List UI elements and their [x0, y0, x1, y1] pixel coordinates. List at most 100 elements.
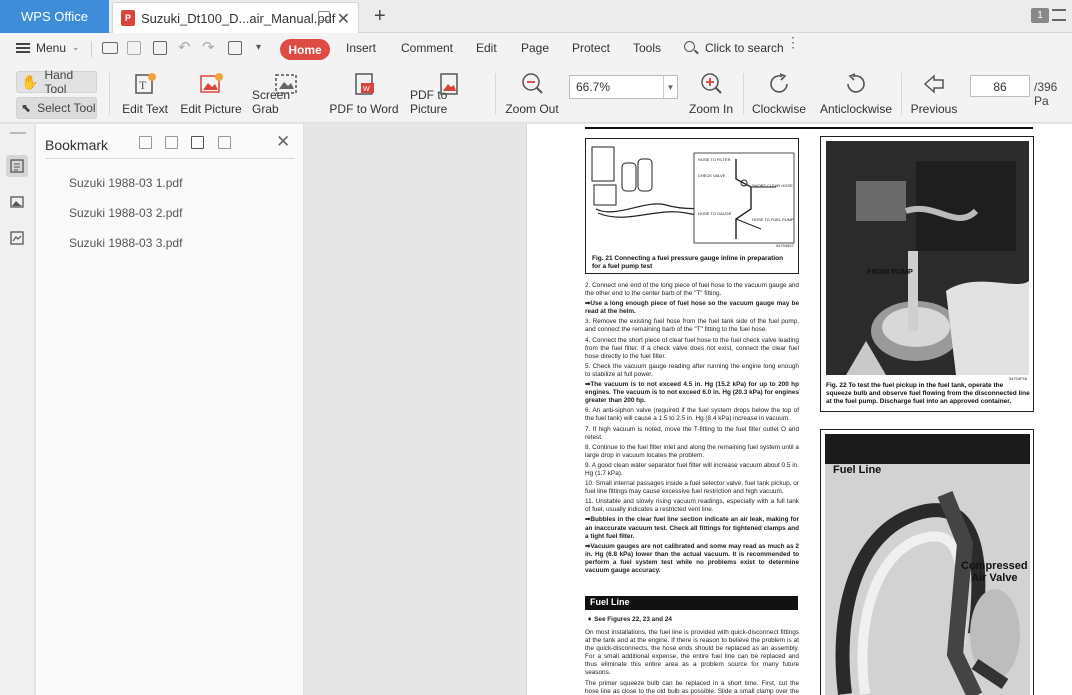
- paragraph: 8. Continue to the fuel filter inlet and…: [585, 443, 799, 459]
- diagram-label: HOSE TO FUEL PUMP: [752, 217, 794, 222]
- photo-label-fuel-line: Fuel Line: [833, 464, 882, 476]
- rotate-anticlockwise-icon: [847, 73, 865, 93]
- close-tab-icon[interactable]: ✕: [337, 9, 350, 29]
- figure-code: 04704P16: [1009, 376, 1028, 381]
- float-window-icon[interactable]: [318, 11, 330, 21]
- tab-tools[interactable]: Tools: [633, 41, 661, 55]
- paragraph: 7. If high vacuum is noted, move the T-f…: [585, 425, 799, 441]
- tab-page[interactable]: Page: [521, 41, 549, 55]
- title-bar: WPS Office P Suzuki_Dt100_D...air_Manual…: [0, 0, 1072, 33]
- diagram-label: HOSE TO FILTER: [698, 157, 731, 162]
- collapse-all-icon[interactable]: [165, 136, 178, 149]
- svg-text:T: T: [139, 78, 147, 92]
- rotate-clockwise-button[interactable]: Clockwise: [750, 65, 808, 123]
- page-top-rule: [585, 127, 1033, 129]
- rotate-anticlockwise-button[interactable]: Anticlockwise: [816, 65, 896, 123]
- thumbnail-panel-button[interactable]: [6, 191, 28, 213]
- edit-text-icon: T: [135, 73, 156, 94]
- zoom-level-select[interactable]: 66.7% ▼: [569, 75, 678, 99]
- chevron-down-icon[interactable]: ▼: [663, 76, 677, 98]
- previous-page-button[interactable]: Previous: [906, 65, 962, 123]
- zoom-in-button[interactable]: Zoom In: [685, 65, 737, 123]
- more-options-icon[interactable]: ⋮: [786, 35, 800, 49]
- fuel-pickup-photo: [826, 141, 1029, 375]
- edit-text-button[interactable]: T Edit Text: [120, 65, 170, 123]
- divider: [743, 73, 744, 115]
- zoom-in-icon: [701, 73, 722, 94]
- arrow-left-icon: [923, 74, 944, 94]
- customize-quick-access-icon[interactable]: ▾: [256, 42, 261, 53]
- tab-protect[interactable]: Protect: [572, 41, 610, 55]
- figure-22-caption: Fig. 22 To test the fuel pickup in the f…: [826, 382, 1030, 405]
- app-name: WPS Office: [21, 9, 88, 24]
- paragraph: ➡Use a long enough piece of fuel hose so…: [585, 300, 799, 316]
- undo-icon[interactable]: ↶: [178, 38, 191, 56]
- edit-picture-button[interactable]: Edit Picture: [180, 65, 242, 123]
- delete-bookmark-icon[interactable]: [218, 136, 231, 149]
- divider: [91, 41, 92, 57]
- paragraph: ➡The vacuum is to not exceed 4.5 in. Hg …: [585, 381, 799, 405]
- bookmark-item[interactable]: Suzuki 1988-03 1.pdf: [69, 176, 182, 190]
- hamburger-icon[interactable]: [16, 43, 30, 53]
- save-icon[interactable]: [127, 41, 141, 55]
- paragraph: 9. A good clean water separator fuel fil…: [585, 461, 799, 477]
- divider: [495, 73, 496, 115]
- paragraph: 10. Small internal passages inside a fue…: [585, 480, 799, 496]
- figure-code: 04704527: [776, 243, 794, 248]
- paragraph: 4. Connect the short piece of clear fuel…: [585, 336, 799, 360]
- tab-home[interactable]: Home: [280, 39, 330, 60]
- screen-grab-button[interactable]: Screen Grab: [252, 65, 320, 123]
- bookmark-item[interactable]: Suzuki 1988-03 3.pdf: [69, 236, 182, 250]
- tab-comment[interactable]: Comment: [401, 41, 453, 55]
- svg-text:W: W: [363, 86, 370, 93]
- paragraph: 5. Check the vacuum gauge reading after …: [585, 362, 799, 378]
- image-thumbnail-icon: [10, 196, 24, 208]
- pdf-file-icon: P: [121, 10, 135, 26]
- redo-icon[interactable]: ↷: [202, 38, 215, 56]
- screen-capture-icon: [10, 231, 24, 245]
- new-tab-button[interactable]: +: [374, 5, 386, 28]
- open-folder-icon[interactable]: [102, 42, 118, 54]
- hand-tool-button[interactable]: ✋ Hand Tool: [16, 68, 97, 96]
- paragraph: 2. Connect one end of the long piece of …: [585, 282, 799, 298]
- pdf-to-picture-icon: [440, 73, 458, 95]
- zoom-out-icon: [522, 73, 543, 94]
- document-viewport[interactable]: HOSE TO FILTER CHECK VALVE SHORT CLEAR H…: [305, 124, 1072, 695]
- select-tool-button[interactable]: ⬉ Select Tool: [16, 97, 97, 119]
- diagram-label: SHORT CLEAR HOSE: [752, 183, 793, 188]
- pdf-to-picture-button[interactable]: PDF to Picture: [410, 65, 488, 123]
- bookmark-item[interactable]: Suzuki 1988-03 2.pdf: [69, 206, 182, 220]
- divider: [45, 158, 295, 159]
- body-text-column: 2. Connect one end of the long piece of …: [585, 282, 799, 577]
- screen-grab-icon: [275, 74, 297, 94]
- figure-23-photo: Fuel Line Compressed Air Valve: [820, 429, 1034, 695]
- expand-all-icon[interactable]: [139, 136, 152, 149]
- figure-21-caption: Fig. 21 Connecting a fuel pressure gauge…: [592, 255, 784, 270]
- document-tab[interactable]: P Suzuki_Dt100_D...air_Manual.pdf ✕: [112, 2, 359, 33]
- photo-label: FROM PUMP: [867, 267, 913, 276]
- chevron-down-icon[interactable]: ⌄: [72, 42, 80, 53]
- figure-22-photo: FROM PUMP 04704P16 Fig. 22 To test the f…: [820, 136, 1034, 412]
- window-count-badge[interactable]: 1: [1031, 8, 1049, 23]
- document-tab-title: Suzuki_Dt100_D...air_Manual.pdf: [141, 10, 336, 26]
- extract-panel-button[interactable]: [6, 227, 28, 249]
- window-menu-icon[interactable]: [1052, 9, 1066, 21]
- print-icon[interactable]: [153, 41, 167, 55]
- divider: [901, 73, 902, 115]
- search-box[interactable]: Click to search: [705, 41, 784, 55]
- zoom-out-button[interactable]: Zoom Out: [503, 65, 561, 123]
- tab-insert[interactable]: Insert: [346, 41, 376, 55]
- main-menu-button[interactable]: Menu: [36, 41, 66, 55]
- add-bookmark-icon[interactable]: [191, 136, 204, 149]
- export-icon[interactable]: [228, 41, 242, 55]
- rotate-clockwise-icon: [770, 73, 788, 93]
- bookmark-panel-title: Bookmark: [45, 137, 109, 153]
- page-number-input[interactable]: 86: [970, 75, 1030, 97]
- see-figures-reference: ➧ See Figures 22, 23 and 24: [587, 616, 672, 623]
- close-panel-icon[interactable]: ✕: [276, 132, 290, 152]
- collapse-grip-icon[interactable]: [10, 132, 26, 134]
- bookmark-panel-button[interactable]: [6, 155, 28, 177]
- app-home-tab[interactable]: WPS Office: [0, 0, 109, 33]
- tab-edit[interactable]: Edit: [476, 41, 497, 55]
- pdf-to-word-button[interactable]: W PDF to Word: [328, 65, 400, 123]
